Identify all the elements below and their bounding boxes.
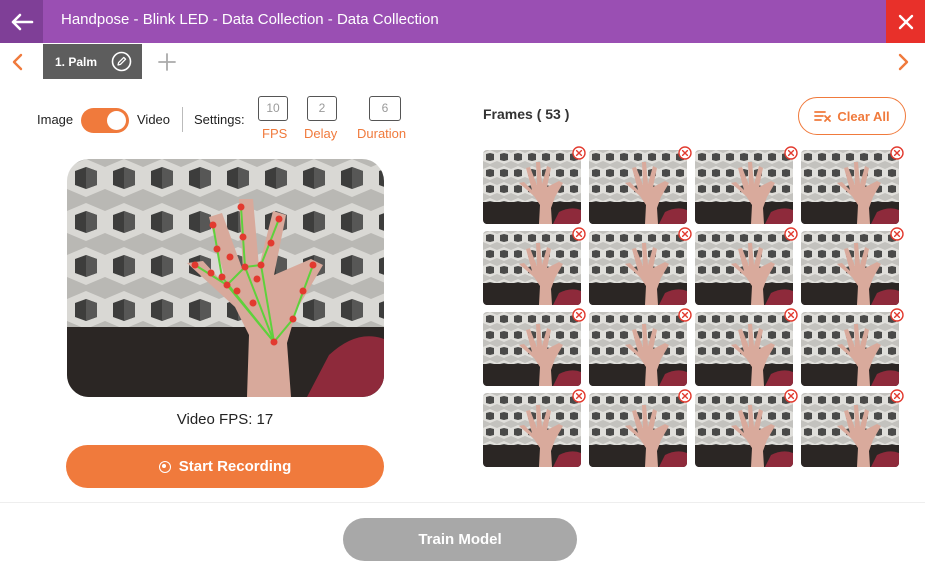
frames-title: Frames ( 53 ) bbox=[483, 106, 570, 122]
frame-image bbox=[801, 231, 899, 305]
image-mode-label: Image bbox=[37, 112, 74, 127]
frame-image bbox=[801, 150, 899, 224]
arrow-left-icon bbox=[11, 13, 33, 30]
frame-image bbox=[589, 312, 687, 386]
title-bar: Handpose - Blink LED - Data Collection -… bbox=[0, 0, 925, 43]
frame-image bbox=[483, 312, 581, 386]
frame-image bbox=[589, 231, 687, 305]
frame-image bbox=[695, 231, 793, 305]
add-tab-icon[interactable] bbox=[156, 51, 178, 73]
duration-input[interactable]: 6 bbox=[369, 96, 401, 121]
record-icon bbox=[158, 460, 171, 473]
remove-frame-icon[interactable] bbox=[784, 146, 798, 160]
frame-thumbnail[interactable] bbox=[483, 389, 586, 467]
remove-frame-icon[interactable] bbox=[572, 227, 586, 241]
frame-thumbnail[interactable] bbox=[695, 389, 798, 467]
train-model-button[interactable]: Train Model bbox=[343, 518, 577, 561]
remove-frame-icon[interactable] bbox=[678, 389, 692, 403]
tab-label: 1. Palm bbox=[55, 54, 98, 69]
remove-frame-icon[interactable] bbox=[890, 146, 904, 160]
frame-thumbnail[interactable] bbox=[589, 146, 692, 224]
settings-label: Settings: bbox=[194, 112, 245, 127]
frame-thumbnail[interactable] bbox=[801, 308, 904, 386]
fps-label: FPS bbox=[262, 126, 288, 141]
duration-label: Duration bbox=[357, 126, 407, 141]
remove-frame-icon[interactable] bbox=[784, 308, 798, 322]
frame-thumbnail[interactable] bbox=[695, 308, 798, 386]
frame-thumbnail[interactable] bbox=[801, 227, 904, 305]
clear-list-icon bbox=[814, 111, 832, 122]
frame-thumbnail[interactable] bbox=[589, 389, 692, 467]
frame-image bbox=[695, 312, 793, 386]
frame-image bbox=[695, 150, 793, 224]
frame-image bbox=[589, 150, 687, 224]
video-fps-readout: Video FPS: 17 bbox=[176, 411, 274, 428]
frame-image bbox=[589, 393, 687, 467]
remove-frame-icon[interactable] bbox=[784, 227, 798, 241]
back-button[interactable] bbox=[0, 0, 43, 43]
next-class-button[interactable] bbox=[892, 50, 916, 74]
image-video-toggle[interactable] bbox=[81, 108, 129, 133]
remove-frame-icon[interactable] bbox=[890, 389, 904, 403]
tab-palm[interactable]: 1. Palm bbox=[43, 44, 142, 79]
delay-label: Delay bbox=[304, 126, 338, 141]
fps-input[interactable]: 10 bbox=[258, 96, 288, 121]
frame-image bbox=[801, 393, 899, 467]
remove-frame-icon[interactable] bbox=[572, 308, 586, 322]
divider bbox=[182, 107, 183, 132]
prev-class-button[interactable] bbox=[5, 50, 29, 74]
start-recording-button[interactable]: Start Recording bbox=[66, 445, 384, 488]
frame-thumbnail[interactable] bbox=[695, 146, 798, 224]
camera-feed bbox=[67, 159, 384, 397]
frame-image bbox=[801, 312, 899, 386]
close-icon bbox=[898, 14, 913, 29]
frame-thumbnail[interactable] bbox=[801, 389, 904, 467]
video-mode-label: Video bbox=[137, 112, 171, 127]
remove-frame-icon[interactable] bbox=[678, 308, 692, 322]
frame-image bbox=[483, 150, 581, 224]
frame-thumbnail[interactable] bbox=[483, 308, 586, 386]
footer-divider bbox=[0, 502, 925, 503]
window-title: Handpose - Blink LED - Data Collection -… bbox=[61, 11, 439, 28]
remove-frame-icon[interactable] bbox=[572, 389, 586, 403]
remove-frame-icon[interactable] bbox=[784, 389, 798, 403]
close-button[interactable] bbox=[886, 0, 925, 43]
frame-thumbnail[interactable] bbox=[589, 308, 692, 386]
clear-all-button[interactable]: Clear All bbox=[798, 97, 906, 135]
remove-frame-icon[interactable] bbox=[890, 227, 904, 241]
frame-thumbnail[interactable] bbox=[483, 146, 586, 224]
frame-image bbox=[695, 393, 793, 467]
frame-image bbox=[483, 231, 581, 305]
edit-icon[interactable] bbox=[111, 51, 132, 72]
frame-thumbnail[interactable] bbox=[801, 146, 904, 224]
frame-thumbnail[interactable] bbox=[483, 227, 586, 305]
frame-image bbox=[483, 393, 581, 467]
chevron-right-icon bbox=[898, 53, 909, 71]
remove-frame-icon[interactable] bbox=[890, 308, 904, 322]
frame-thumbnail[interactable] bbox=[695, 227, 798, 305]
remove-frame-icon[interactable] bbox=[678, 146, 692, 160]
delay-input[interactable]: 2 bbox=[307, 96, 337, 121]
remove-frame-icon[interactable] bbox=[678, 227, 692, 241]
camera-preview bbox=[67, 159, 384, 397]
frames-grid bbox=[483, 146, 904, 467]
toggle-knob bbox=[107, 111, 126, 130]
remove-frame-icon[interactable] bbox=[572, 146, 586, 160]
clear-all-label: Clear All bbox=[837, 108, 890, 124]
train-model-label: Train Model bbox=[418, 531, 502, 548]
chevron-left-icon bbox=[12, 53, 23, 71]
frame-thumbnail[interactable] bbox=[589, 227, 692, 305]
start-recording-label: Start Recording bbox=[178, 458, 292, 475]
